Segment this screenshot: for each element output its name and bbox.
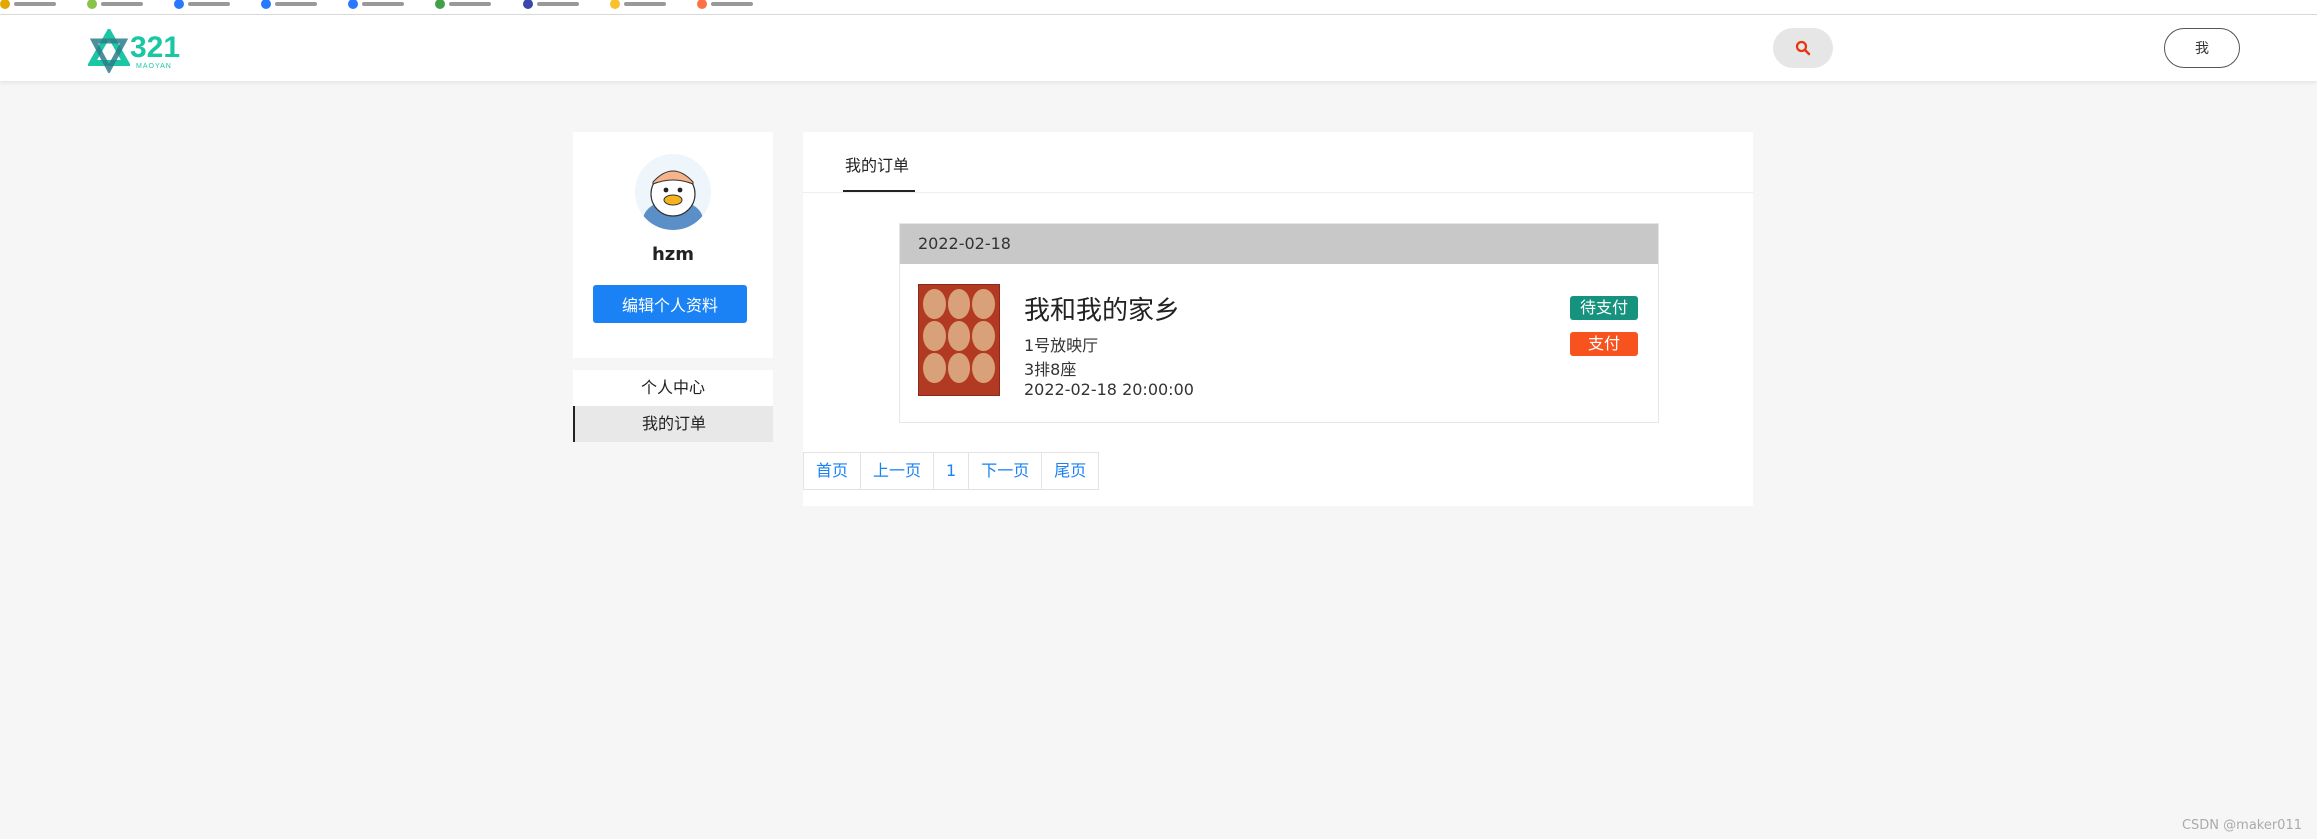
logo-mark-icon (86, 26, 132, 75)
logo-text: 321 (130, 31, 181, 64)
page-prev[interactable]: 上一页 (861, 453, 935, 489)
bookmark-item[interactable] (348, 0, 408, 9)
order-date: 2022-02-18 (900, 224, 1658, 264)
search-button[interactable] (1773, 28, 1833, 68)
page-next[interactable]: 下一页 (969, 453, 1043, 489)
bookmark-item[interactable] (174, 0, 234, 9)
poster-image-icon (923, 289, 995, 383)
sidebar-menu: 个人中心 我的订单 (573, 370, 773, 442)
watermark: CSDN @maker011 (2181, 818, 2302, 833)
pay-button[interactable]: 支付 (1570, 332, 1638, 356)
bookmark-item[interactable] (435, 0, 495, 9)
movie-title[interactable]: 我和我的家乡 (1024, 290, 1180, 327)
pagination: 首页 上一页 1 下一页 尾页 (803, 452, 1100, 490)
movie-poster[interactable] (918, 284, 1000, 396)
seat-info: 3排8座 (1024, 360, 1077, 379)
tab-my-orders[interactable]: 我的订单 (843, 152, 911, 176)
bookmark-item[interactable] (0, 0, 60, 9)
page-number[interactable]: 1 (934, 453, 970, 489)
bookmark-item[interactable] (261, 0, 321, 9)
user-menu-button[interactable]: 我 (2164, 28, 2240, 68)
sidebar-item-my-orders[interactable]: 我的订单 (573, 406, 773, 442)
avatar[interactable] (635, 154, 711, 230)
page-last[interactable]: 尾页 (1042, 453, 1098, 489)
order-card: 2022-02-18 我和我的家乡 1号放映厅 3排8座 2022-02-18 … (899, 223, 1659, 423)
logo-subtext: MAOYAN (136, 63, 172, 70)
bookmarks-bar (0, 0, 2317, 15)
site-logo[interactable]: 321 MAOYAN (86, 26, 198, 75)
duck-avatar-icon (635, 154, 711, 230)
show-time: 2022-02-18 20:00:00 (1024, 380, 1194, 399)
profile-card: hzm 编辑个人资料 (573, 132, 773, 358)
tab-bar: 我的订单 (803, 132, 1753, 193)
orders-panel: 我的订单 2022-02-18 我和我的家乡 1号放映厅 3排8座 2022-0… (803, 132, 1753, 506)
top-header: 321 MAOYAN 我 (0, 15, 2317, 81)
tab-active-indicator (843, 190, 915, 192)
bookmark-item[interactable] (522, 0, 583, 9)
hall-name: 1号放映厅 (1024, 336, 1099, 355)
sidebar-item-personal-center[interactable]: 个人中心 (573, 370, 773, 406)
search-icon (1795, 40, 1811, 56)
username: hzm (651, 244, 695, 265)
edit-profile-button[interactable]: 编辑个人资料 (593, 285, 747, 323)
page-first[interactable]: 首页 (804, 453, 862, 489)
bookmark-item[interactable] (609, 0, 670, 9)
bookmark-item[interactable] (696, 0, 757, 9)
status-badge: 待支付 (1570, 296, 1638, 320)
bookmark-item[interactable] (87, 0, 147, 9)
